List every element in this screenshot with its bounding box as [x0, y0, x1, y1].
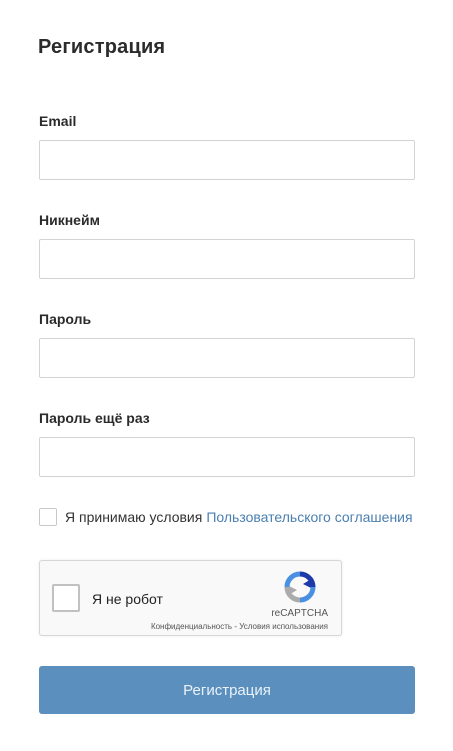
email-field[interactable]: [39, 140, 415, 180]
terms-link[interactable]: Пользовательского соглашения: [206, 509, 412, 525]
recaptcha-brand: reCAPTCHA: [271, 608, 328, 619]
password-repeat-field[interactable]: [39, 437, 415, 477]
register-button[interactable]: Регистрация: [39, 666, 415, 714]
registration-page: Регистрация Email Никнейм Пароль Пароль …: [0, 0, 453, 751]
email-label: Email: [39, 113, 77, 129]
recaptcha-label: Я не робот: [92, 591, 163, 607]
recaptcha-terms-link[interactable]: Условия использования: [239, 622, 328, 631]
nickname-label: Никнейм: [39, 212, 100, 228]
recaptcha-logo-icon: [284, 571, 316, 603]
page-title: Регистрация: [38, 36, 166, 58]
recaptcha-privacy-link[interactable]: Конфиденциальность: [151, 622, 232, 631]
recaptcha-widget: Я не робот reCAPTCHA Конфиденциальность …: [39, 560, 342, 636]
nickname-field[interactable]: [39, 239, 415, 279]
recaptcha-legal: Конфиденциальность - Условия использован…: [151, 622, 328, 631]
password-field[interactable]: [39, 338, 415, 378]
password-repeat-label: Пароль ещё раз: [39, 410, 150, 426]
terms-text: Я принимаю условия: [65, 509, 203, 525]
password-label: Пароль: [39, 311, 92, 327]
recaptcha-checkbox[interactable]: [52, 584, 80, 612]
terms-agreement: Я принимаю условия Пользовательского сог…: [39, 508, 413, 526]
terms-checkbox[interactable]: [39, 508, 57, 526]
